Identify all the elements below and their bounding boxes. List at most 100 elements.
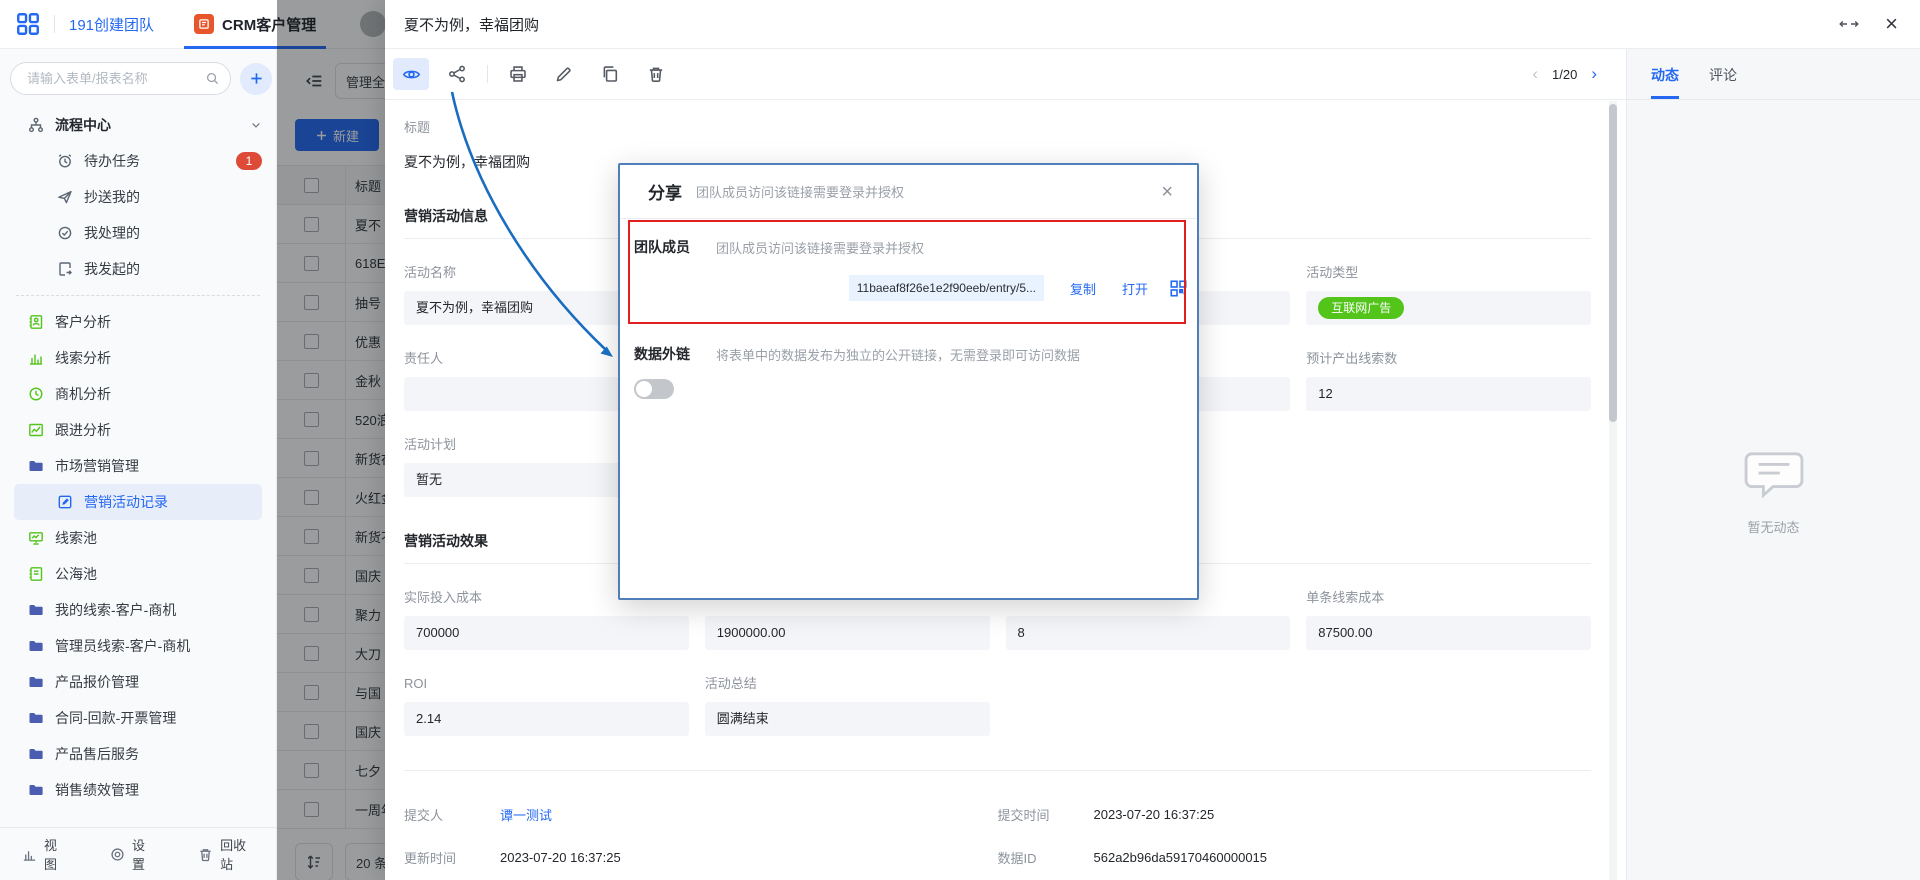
- close-drawer-icon[interactable]: ×: [1885, 13, 1898, 35]
- chevron-down-icon[interactable]: [250, 119, 262, 131]
- add-form-button[interactable]: [240, 63, 272, 95]
- expand-drawer-icon[interactable]: [1839, 16, 1859, 32]
- folder-open-icon: [28, 458, 44, 474]
- sidebar-item-marketing-records[interactable]: 营销活动记录: [14, 484, 262, 520]
- settings-button[interactable]: 设置: [110, 835, 154, 873]
- sidebar-item-public-pool[interactable]: 公海池: [0, 556, 276, 592]
- record-pen-icon: [57, 494, 73, 510]
- drawer-header: 夏不为例，幸福团购 ×: [385, 0, 1920, 49]
- sidebar-item-lead-analysis[interactable]: 线索分析: [0, 340, 276, 376]
- empty-feed-text: 暂无动态: [1747, 517, 1799, 536]
- folder-icon: [28, 710, 44, 726]
- sidebar-folder-my-leads[interactable]: 我的线索-客户-商机: [0, 592, 276, 628]
- activity-type-tag: 互联网广告: [1318, 297, 1404, 319]
- nav-divider: [16, 295, 260, 296]
- scrollbar-thumb[interactable]: [1609, 104, 1617, 422]
- team-member-label: 团队成员: [634, 237, 690, 257]
- team-name[interactable]: 191创建团队: [69, 14, 154, 35]
- record-toolbar: ‹ 1/20 ›: [385, 49, 1627, 100]
- clock-icon: [28, 386, 44, 402]
- sidebar-folder-marketing[interactable]: 市场营销管理: [0, 448, 276, 484]
- views-button[interactable]: 视图: [22, 835, 66, 873]
- share-dialog: 分享 团队成员访问该链接需要登录并授权 × 团队成员 团队成员访问该链接需要登录…: [618, 163, 1199, 600]
- field-activity-type: 活动类型 互联网广告: [1306, 265, 1591, 325]
- share-dialog-subtitle: 团队成员访问该链接需要登录并授权: [696, 182, 904, 201]
- prev-record-icon[interactable]: ‹: [1532, 64, 1538, 84]
- title-field-label: 标题: [404, 120, 1591, 136]
- book-icon: [28, 566, 44, 582]
- view-eye-button[interactable]: [393, 58, 429, 90]
- external-link-toggle[interactable]: [634, 379, 674, 399]
- edit-button[interactable]: [546, 58, 582, 90]
- lead-cost-value: 87500.00: [1306, 616, 1591, 650]
- modal-dim-overlay: [277, 0, 385, 880]
- copy-link-button[interactable]: 复制: [1070, 279, 1096, 298]
- tab-activity-feed[interactable]: 动态: [1651, 65, 1679, 99]
- bar-chart-icon: [28, 350, 44, 366]
- sidebar-item-handled-by-me[interactable]: 我处理的: [0, 215, 276, 251]
- sidebar-item-initiated-by-me[interactable]: 我发起的: [0, 251, 276, 287]
- sidebar-item-lead-pool[interactable]: 线索池: [0, 520, 276, 556]
- contact-book-icon: [28, 314, 44, 330]
- apps-grid-icon[interactable]: [16, 12, 40, 36]
- content-scrollbar[interactable]: [1609, 101, 1617, 880]
- external-link-label: 数据外链: [634, 344, 690, 364]
- folder-icon: [28, 782, 44, 798]
- submitter-link[interactable]: 谭一测试: [500, 805, 552, 824]
- field-roi: ROI 2.14: [404, 676, 689, 736]
- record-pager: ‹ 1/20 ›: [1532, 64, 1627, 84]
- print-button[interactable]: [500, 58, 536, 90]
- activity-panel: 动态 评论 暂无动态: [1626, 49, 1920, 880]
- open-link-button[interactable]: 打开: [1122, 279, 1148, 298]
- board-icon: [28, 530, 44, 546]
- todo-count-badge: 1: [236, 152, 262, 170]
- recycle-bin-button[interactable]: 回收站: [198, 835, 254, 873]
- toolbar-divider: [487, 65, 488, 83]
- qr-code-icon[interactable]: [1170, 280, 1187, 297]
- sidebar-footer: 视图 设置 回收站: [0, 827, 276, 880]
- activity-empty-state: 暂无动态: [1627, 449, 1920, 536]
- sidebar-nav: 流程中心 待办任务 1 抄送我的 我处理的 我发起的: [0, 101, 276, 808]
- next-record-icon[interactable]: ›: [1591, 64, 1597, 84]
- field-lead-cost: 单条线索成本 87500.00: [1306, 590, 1591, 650]
- folder-icon: [28, 638, 44, 654]
- share-link-input[interactable]: 11baeaf8f26e1e2f90eeb/entry/5...: [634, 272, 1044, 304]
- actual-cost-value: 700000: [404, 616, 689, 650]
- crm-app-icon: [194, 14, 214, 34]
- form-search[interactable]: [10, 62, 231, 95]
- sidebar-folder-contracts[interactable]: 合同-回款-开票管理: [0, 700, 276, 736]
- record-title: 夏不为例，幸福团购: [404, 14, 539, 35]
- doc-send-icon: [57, 261, 73, 277]
- expected-leads-value: 12: [1306, 377, 1591, 411]
- field-expected-leads: 预计产出线索数 12: [1306, 351, 1591, 411]
- share-dialog-body: 团队成员 团队成员访问该链接需要登录并授权 11baeaf8f26e1e2f90…: [620, 219, 1197, 399]
- trash-icon: [198, 847, 213, 862]
- search-icon: [205, 71, 220, 86]
- share-dialog-title: 分享: [648, 179, 682, 204]
- sidebar-folder-sales-performance[interactable]: 销售绩效管理: [0, 772, 276, 808]
- sidebar-folder-after-sales[interactable]: 产品售后服务: [0, 736, 276, 772]
- topbar-divider: [54, 15, 55, 33]
- share-button[interactable]: [439, 58, 475, 90]
- pager-position: 1/20: [1552, 67, 1577, 82]
- close-dialog-icon[interactable]: ×: [1161, 182, 1173, 202]
- share-link-text[interactable]: 11baeaf8f26e1e2f90eeb/entry/5...: [849, 275, 1044, 301]
- sidebar-item-opportunity-analysis[interactable]: 商机分析: [0, 376, 276, 412]
- roi-value: 2.14: [404, 702, 689, 736]
- sidebar-folder-product-quotes[interactable]: 产品报价管理: [0, 664, 276, 700]
- sidebar-item-customer-analysis[interactable]: 客户分析: [0, 304, 276, 340]
- sidebar-item-process-center[interactable]: 流程中心: [0, 107, 276, 143]
- copy-button[interactable]: [592, 58, 628, 90]
- search-input[interactable]: [25, 70, 205, 87]
- tab-comments[interactable]: 评论: [1709, 65, 1737, 99]
- sidebar-item-todo-tasks[interactable]: 待办任务 1: [0, 143, 276, 179]
- flow-tree-icon: [28, 117, 44, 133]
- delete-button[interactable]: [638, 58, 674, 90]
- sidebar-folder-admin-leads[interactable]: 管理员线索-客户-商机: [0, 628, 276, 664]
- field-summary: 活动总结 圆满结束: [705, 676, 990, 736]
- folder-icon: [28, 602, 44, 618]
- app-screen: 191创建团队 CRM客户管理 流程中心: [0, 0, 1920, 880]
- line-chart-icon: [28, 422, 44, 438]
- sidebar-item-cc-to-me[interactable]: 抄送我的: [0, 179, 276, 215]
- sidebar-item-followup-analysis[interactable]: 跟进分析: [0, 412, 276, 448]
